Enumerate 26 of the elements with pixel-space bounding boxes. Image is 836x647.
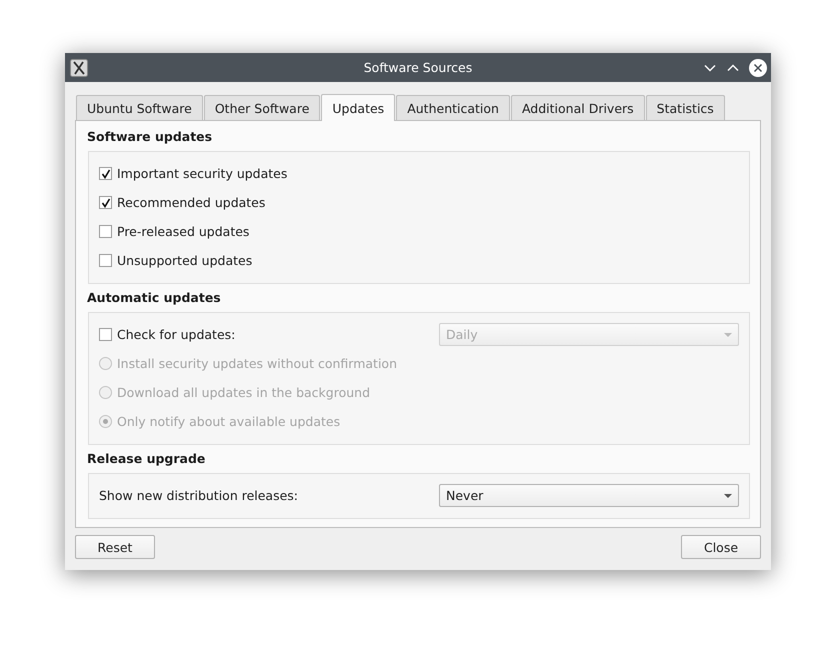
dialog-button[interactable]: Close [681, 535, 761, 559]
tab[interactable]: Updates [321, 94, 396, 121]
dropdown[interactable]: Never [439, 484, 739, 507]
window-title: Software Sources [364, 60, 472, 75]
tab[interactable]: Authentication [396, 95, 510, 120]
checkbox[interactable] [99, 196, 112, 209]
checkbox[interactable] [99, 254, 112, 267]
checkbox[interactable] [99, 225, 112, 238]
tab[interactable]: Additional Drivers [510, 95, 645, 120]
section-heading: Release upgrade [87, 450, 206, 468]
checkbox-label[interactable]: Check for updates: [117, 327, 236, 342]
close-icon[interactable] [749, 58, 767, 76]
checkbox[interactable] [99, 167, 112, 180]
checkbox-label[interactable]: Unsupported updates [117, 253, 252, 268]
section-heading: Automatic updates [87, 289, 221, 307]
checkbox-label[interactable]: Pre-released updates [117, 224, 250, 239]
tab[interactable]: Statistics [646, 95, 725, 120]
checkbox-label[interactable]: Important security updates [117, 166, 288, 181]
tab[interactable]: Other Software [204, 95, 320, 120]
field-label: Show new distribution releases: [99, 488, 298, 503]
tab[interactable]: Ubuntu Software [76, 95, 203, 120]
checkbox[interactable] [99, 328, 112, 341]
dialog-button[interactable]: Reset [75, 535, 155, 559]
app-icon [70, 58, 88, 76]
checkbox-label[interactable]: Recommended updates [117, 195, 266, 210]
section-heading: Software updates [87, 128, 212, 146]
